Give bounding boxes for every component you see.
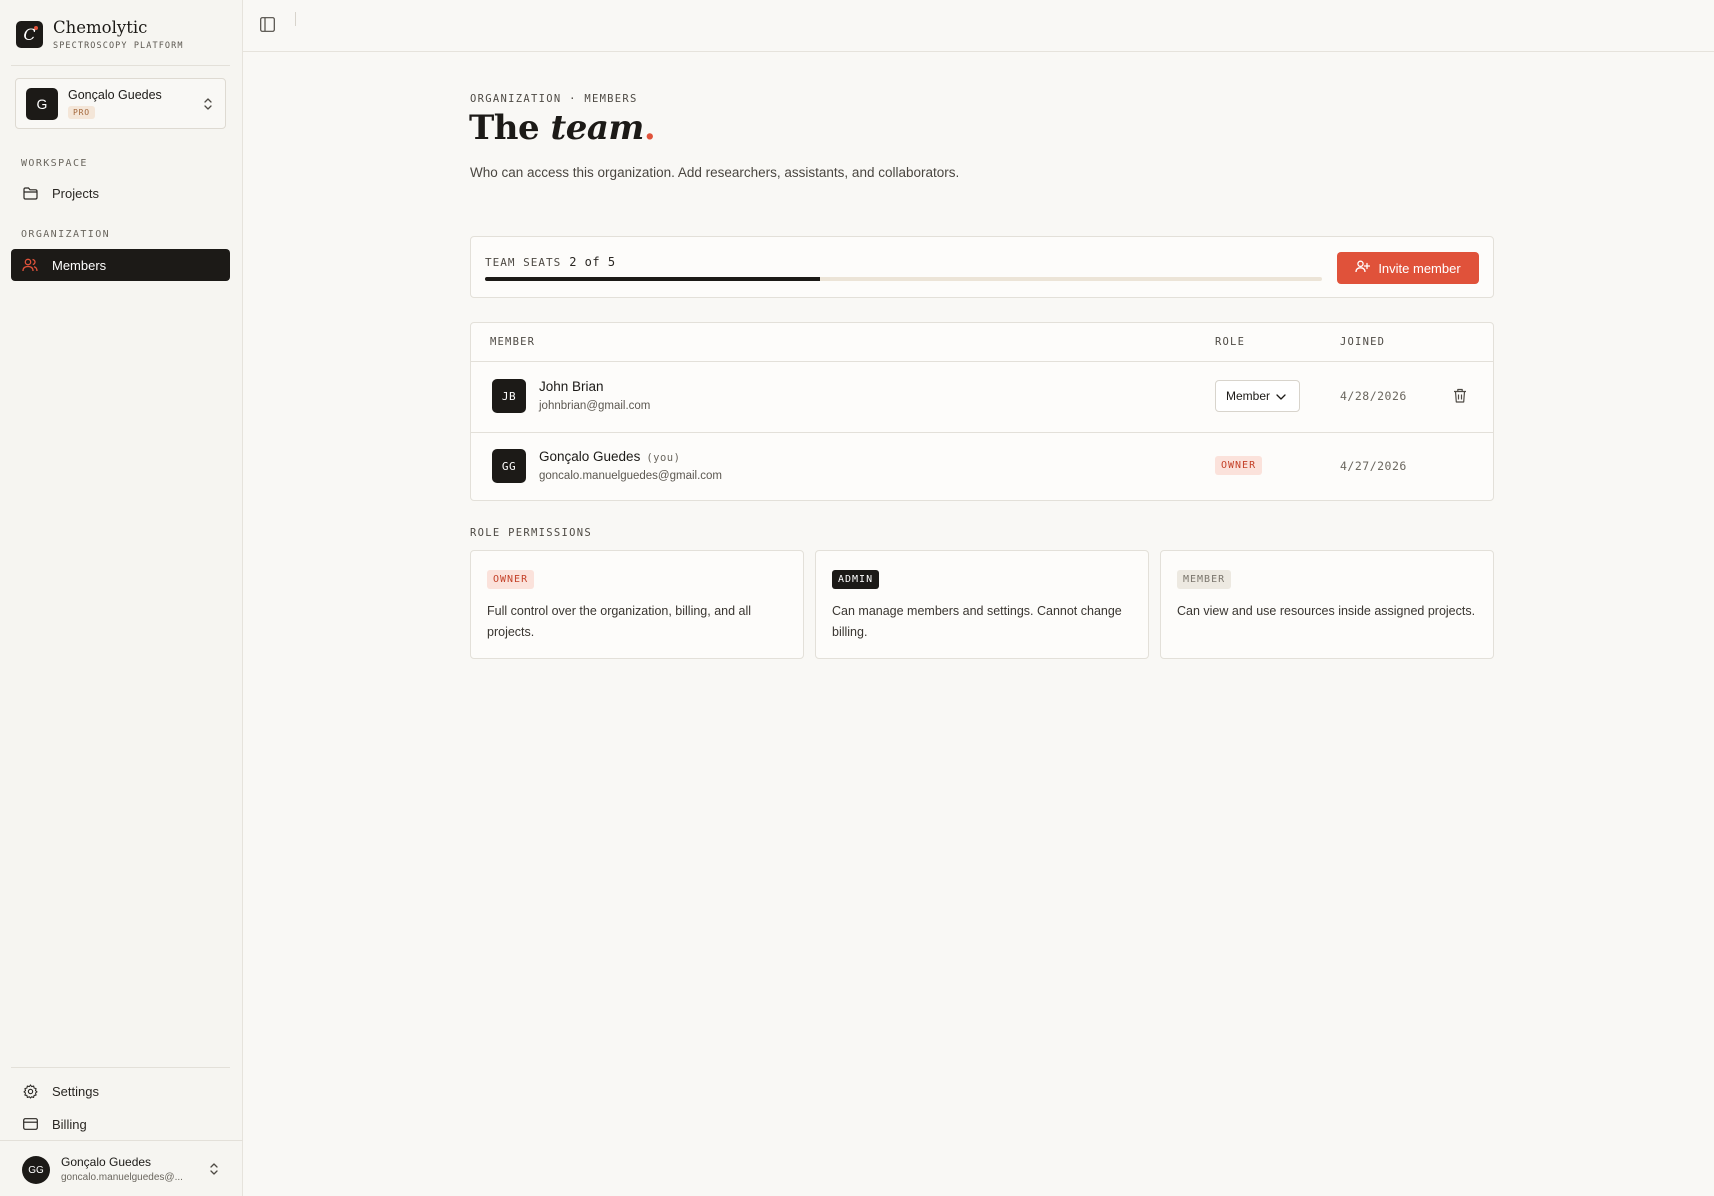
top-bar [243, 0, 1714, 52]
page-description: Who can access this organization. Add re… [470, 165, 960, 180]
user-menu[interactable]: GG Gonçalo Guedes goncalo.manuelguedes@.… [0, 1140, 243, 1196]
member-name: John Brian [539, 379, 604, 394]
permission-description: Full control over the organization, bill… [487, 604, 752, 639]
permission-description: Can view and use resources inside assign… [1177, 604, 1476, 618]
member-email: goncalo.manuelguedes@gmail.com [539, 470, 723, 482]
title-dot: . [643, 108, 656, 148]
chevron-down-icon [1276, 389, 1286, 403]
role-badge-admin: ADMIN [832, 570, 880, 589]
sidebar-item-members[interactable]: Members [11, 249, 230, 281]
member-name: Gonçalo Guedes (you) [539, 449, 680, 464]
member-avatar: JB [492, 379, 526, 413]
sidebar-item-label: Members [52, 257, 107, 273]
sidebar-divider [11, 65, 230, 66]
permission-card-admin: ADMIN Can manage members and settings. C… [815, 550, 1149, 659]
invite-member-label: Invite member [1378, 260, 1461, 276]
chevron-up-down-icon [203, 96, 213, 117]
permission-description: Can manage members and settings. Cannot … [832, 604, 1122, 639]
users-icon [22, 257, 38, 273]
table-row: JB John Brian johnbrian@gmail.com Member… [471, 362, 1493, 432]
brand-logo: C [16, 21, 43, 48]
role-select-value: Member [1226, 389, 1271, 403]
member-email: johnbrian@gmail.com [539, 400, 651, 412]
role-badge-owner: OWNER [487, 570, 535, 589]
org-name: Gonçalo Guedes [68, 87, 162, 102]
column-header-member: MEMBER [490, 336, 536, 348]
sidebar-item-settings[interactable]: Settings [11, 1075, 230, 1107]
column-header-role: ROLE [1215, 336, 1246, 348]
title-italic: team [550, 108, 645, 148]
role-badge-owner: OWNER [1215, 456, 1263, 475]
member-name-text: Gonçalo Guedes [539, 449, 641, 464]
app-subtitle: SPECTROSCOPY PLATFORM [53, 41, 184, 51]
team-seats-label: TEAM SEATS 2 of 5 [485, 255, 616, 269]
sidebar-item-label: Billing [52, 1116, 87, 1132]
seats-progress-fill [485, 277, 820, 281]
sidebar-item-billing[interactable]: Billing [11, 1108, 230, 1140]
trash-icon[interactable] [1453, 388, 1467, 408]
you-tag: (you) [646, 452, 681, 464]
workspace-section-label: WORKSPACE [21, 158, 88, 169]
org-switcher[interactable]: G Gonçalo Guedes PRO [15, 78, 226, 129]
permission-card-member: MEMBER Can view and use resources inside… [1160, 550, 1494, 659]
user-name: Gonçalo Guedes [61, 1155, 152, 1169]
sidebar: C Chemolytic SPECTROSCOPY PLATFORM G Gon… [0, 0, 243, 1196]
invite-member-button[interactable]: Invite member [1337, 252, 1479, 284]
permission-card-owner: OWNER Full control over the organization… [470, 550, 804, 659]
chevron-up-down-icon [209, 1161, 219, 1182]
members-table: MEMBER ROLE JOINED JB John Brian johnbri… [470, 322, 1494, 501]
credit-card-icon [22, 1116, 38, 1132]
app-name: Chemolytic [53, 18, 148, 37]
column-header-joined: JOINED [1340, 336, 1386, 348]
member-joined-date: 4/27/2026 [1340, 459, 1407, 473]
sidebar-item-label: Settings [52, 1083, 99, 1099]
breadcrumb: ORGANIZATION · MEMBERS [470, 93, 638, 105]
user-avatar: GG [22, 1156, 50, 1184]
seats-label-text: TEAM SEATS [485, 256, 562, 269]
brand-logo-dot [34, 26, 38, 30]
sidebar-toggle-icon[interactable] [260, 17, 275, 37]
plan-badge: PRO [68, 105, 95, 119]
user-email: goncalo.manuelguedes@... [61, 1172, 183, 1183]
role-badge-member: MEMBER [1177, 570, 1232, 589]
sidebar-divider [11, 1067, 230, 1068]
title-plain: The [469, 108, 551, 148]
gear-icon [22, 1083, 38, 1099]
member-avatar: GG [492, 449, 526, 483]
organization-section-label: ORGANIZATION [21, 229, 111, 240]
table-row: GG Gonçalo Guedes (you) goncalo.manuelgue… [471, 432, 1493, 500]
member-joined-date: 4/28/2026 [1340, 389, 1407, 403]
seats-progress-bar [485, 277, 1322, 281]
team-seats-card: TEAM SEATS 2 of 5 Invite member [470, 236, 1494, 298]
user-plus-icon [1355, 260, 1371, 276]
topbar-separator [295, 12, 296, 26]
role-permissions-label: ROLE PERMISSIONS [470, 527, 592, 539]
brand[interactable]: C Chemolytic SPECTROSCOPY PLATFORM [16, 18, 184, 51]
folder-icon [22, 185, 38, 201]
role-select[interactable]: Member [1215, 380, 1300, 412]
sidebar-item-label: Projects [52, 185, 99, 201]
seats-count: 2 of 5 [569, 255, 616, 269]
sidebar-item-projects[interactable]: Projects [11, 177, 230, 209]
page-title: The team. [469, 108, 656, 148]
org-avatar: G [26, 87, 58, 120]
